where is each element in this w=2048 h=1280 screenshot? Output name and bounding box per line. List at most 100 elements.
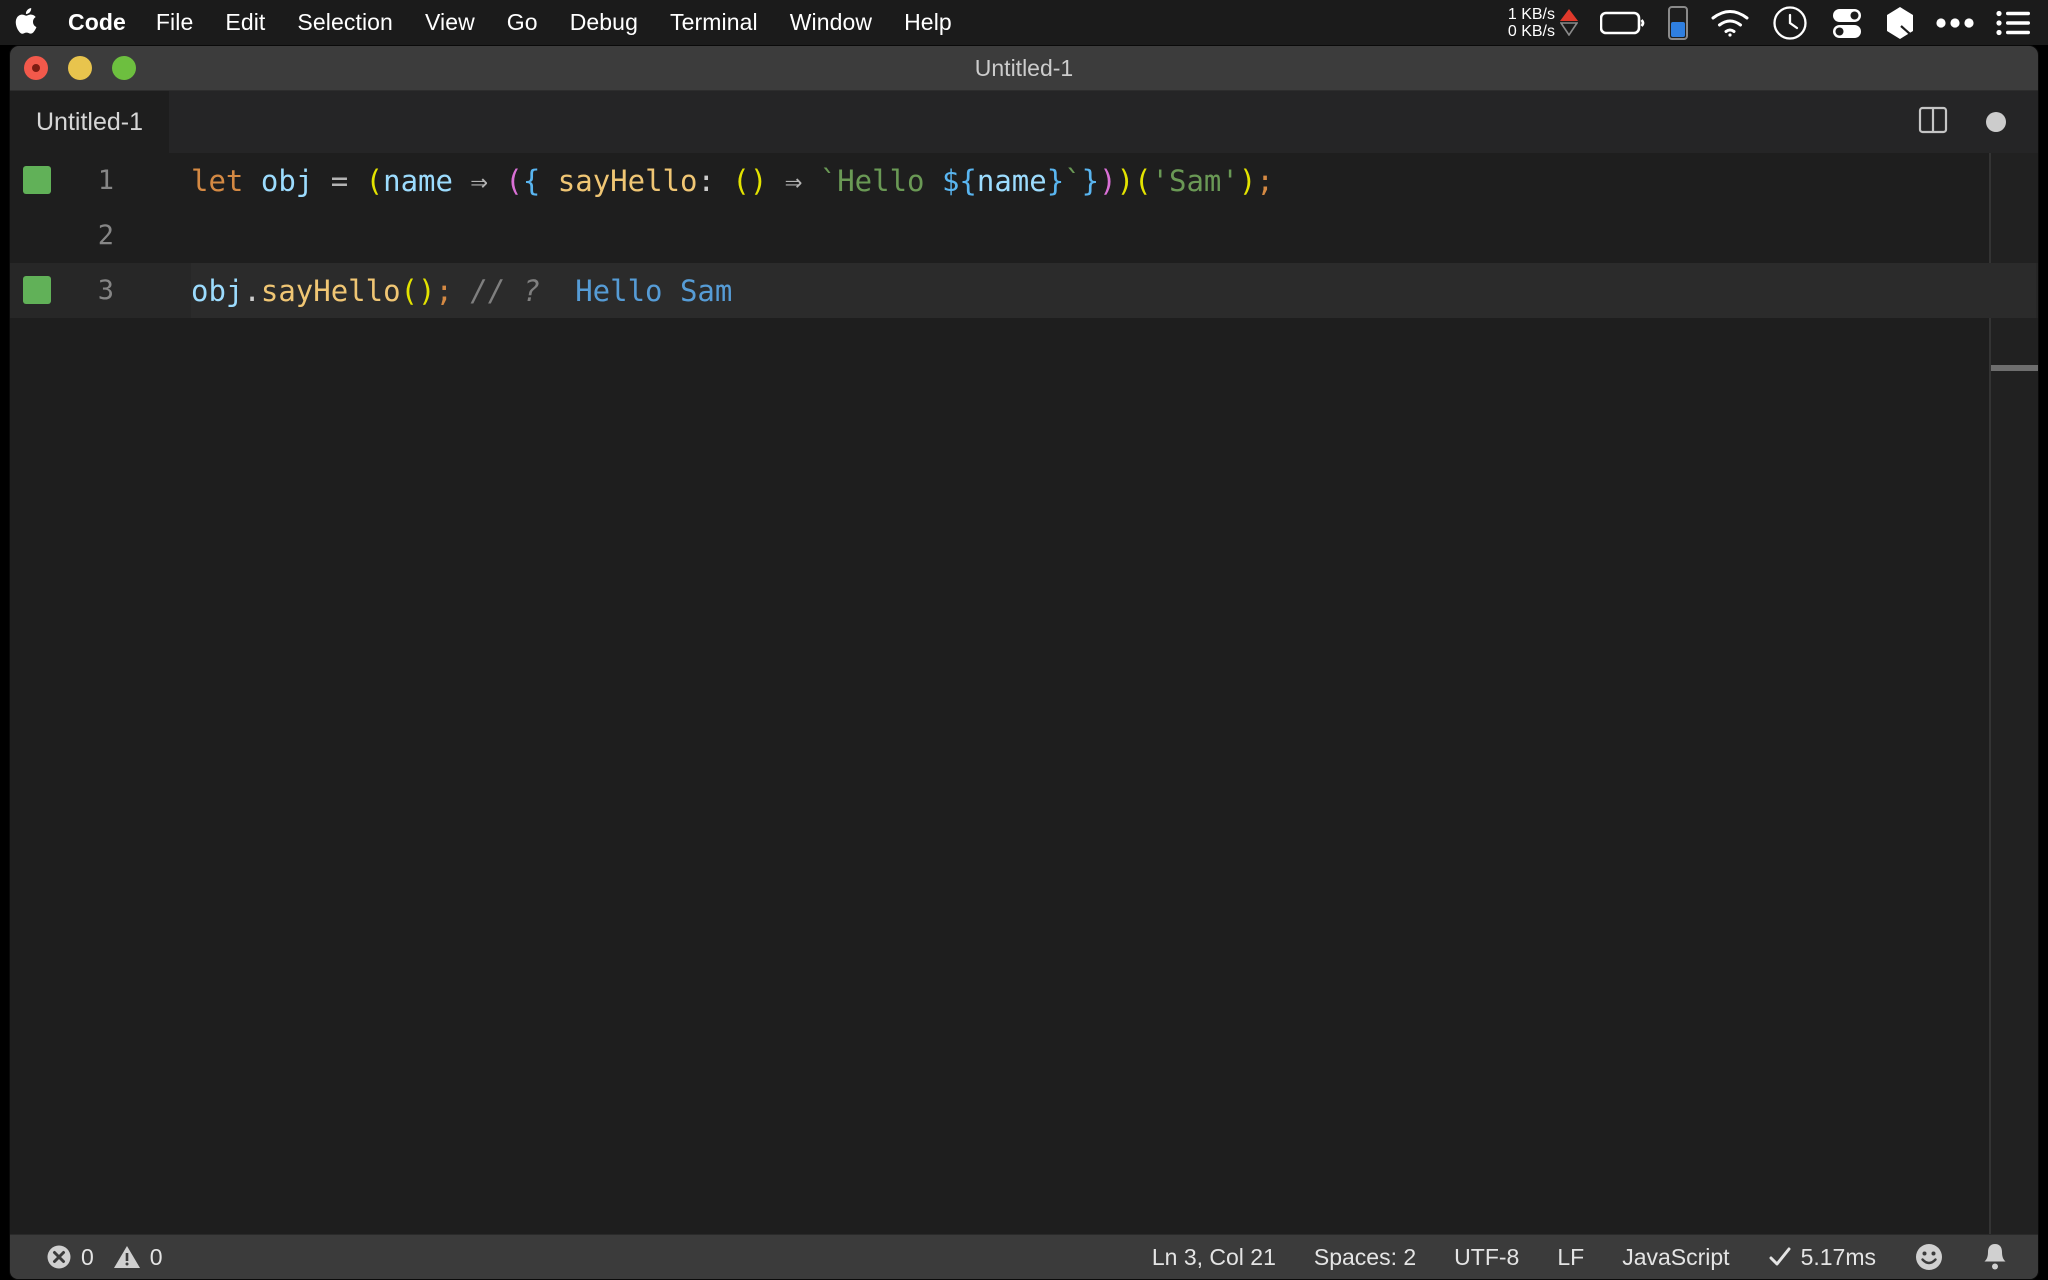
- run-status-time: 5.17ms: [1800, 1243, 1876, 1270]
- list-menu-icon[interactable]: [1996, 10, 2030, 36]
- check-icon: [1768, 1246, 1792, 1268]
- code-token: (: [1134, 163, 1152, 198]
- cursor-position[interactable]: Ln 3, Col 21: [1152, 1244, 1276, 1271]
- close-button[interactable]: [24, 56, 48, 80]
- indentation-setting[interactable]: Spaces: 2: [1314, 1244, 1416, 1271]
- editor-line-3[interactable]: 3 obj.sayHello(); // ? Hello Sam: [10, 263, 2038, 318]
- language-mode[interactable]: JavaScript: [1622, 1244, 1729, 1271]
- code-token: ): [749, 163, 768, 198]
- menu-item-window[interactable]: Window: [774, 0, 888, 45]
- battery-level-indicator-icon[interactable]: [1668, 5, 1688, 40]
- encoding-setting[interactable]: UTF-8: [1454, 1244, 1519, 1271]
- window-controls: [10, 56, 136, 80]
- download-arrow-icon: [1560, 22, 1578, 36]
- network-speed-indicator[interactable]: 1 KB/s 0 KB/s: [1508, 6, 1578, 40]
- code-token: // ?: [470, 273, 541, 308]
- editor-line-2[interactable]: 2: [10, 208, 2038, 263]
- bell-icon[interactable]: [1982, 1242, 2008, 1272]
- code-token: name: [383, 163, 453, 198]
- apple-logo-icon[interactable]: [0, 6, 54, 39]
- code-token: Hello Sam: [575, 273, 733, 308]
- code-token: ⇒: [784, 163, 803, 198]
- code-token: sayHello: [260, 273, 401, 308]
- ellipsis-icon[interactable]: [1936, 17, 1974, 29]
- code-token: (: [365, 163, 384, 198]
- code-token: :: [697, 163, 715, 198]
- network-download-speed: 0 KB/s: [1507, 22, 1555, 40]
- code-token: 'Sam': [1151, 163, 1239, 198]
- menu-item-terminal[interactable]: Terminal: [654, 0, 774, 45]
- code-token: ;: [1256, 163, 1274, 198]
- code-token: ): [1116, 163, 1135, 198]
- zoom-button[interactable]: [112, 56, 136, 80]
- tab-untitled-1[interactable]: Untitled-1: [10, 91, 170, 153]
- battery-icon[interactable]: [1600, 10, 1646, 36]
- editor-actions: [1916, 91, 2038, 153]
- network-upload-speed: 1 KB/s: [1507, 5, 1555, 23]
- code-token: `: [1064, 163, 1082, 198]
- clock-icon[interactable]: [1772, 5, 1808, 41]
- editor-line-1[interactable]: 1 let obj = (name ⇒ ({ sayHello: () ⇒ `H…: [10, 153, 2038, 208]
- run-status[interactable]: 5.17ms: [1768, 1244, 1876, 1271]
- menu-item-view[interactable]: View: [409, 0, 491, 45]
- menu-bar-items: Code File Edit Selection View Go Debug T…: [0, 0, 968, 45]
- menu-item-code[interactable]: Code: [54, 0, 140, 45]
- menu-item-edit[interactable]: Edit: [209, 0, 281, 45]
- shape-icon[interactable]: [1886, 6, 1914, 40]
- status-bar-right: Ln 3, Col 21 Spaces: 2 UTF-8 LF JavaScri…: [1152, 1242, 2038, 1272]
- window-title: Untitled-1: [974, 54, 1074, 81]
- code-token: name: [976, 163, 1047, 198]
- code-token: (: [732, 163, 750, 198]
- macos-menu-bar: Code File Edit Selection View Go Debug T…: [0, 0, 2048, 45]
- status-bar: 0 0 Ln 3, Col 21 Spaces: 2 UTF-8 LF Java…: [10, 1234, 2038, 1279]
- window-title-bar: Untitled-1: [10, 46, 2038, 91]
- code-token: ): [1099, 163, 1117, 198]
- code-editor[interactable]: 1 let obj = (name ⇒ ({ sayHello: () ⇒ `H…: [10, 153, 2038, 1236]
- code-token: (: [400, 273, 419, 308]
- code-token: let: [191, 163, 244, 198]
- menu-item-file[interactable]: File: [140, 0, 209, 45]
- unsaved-dirty-indicator[interactable]: [1986, 112, 2006, 132]
- menu-item-go[interactable]: Go: [491, 0, 554, 45]
- wifi-icon[interactable]: [1710, 8, 1750, 38]
- menu-item-selection[interactable]: Selection: [281, 0, 409, 45]
- menu-item-help[interactable]: Help: [888, 0, 968, 45]
- code-token: ): [418, 273, 436, 308]
- minimize-button[interactable]: [68, 56, 92, 80]
- code-line-3-text: obj.sayHello(); // ? Hello Sam: [138, 274, 732, 308]
- eol-setting[interactable]: LF: [1557, 1244, 1584, 1271]
- code-token: obj: [191, 273, 244, 308]
- code-token: ${: [941, 163, 977, 198]
- code-token: }: [1046, 163, 1065, 198]
- code-token: obj: [260, 163, 314, 198]
- code-token: ): [1238, 163, 1257, 198]
- code-token: =: [330, 163, 349, 198]
- upload-arrow-icon: [1560, 9, 1578, 21]
- tab-label: Untitled-1: [36, 107, 143, 136]
- menu-item-debug[interactable]: Debug: [554, 0, 654, 45]
- editor-tab-bar: Untitled-1: [10, 91, 2038, 153]
- warning-triangle-icon: [113, 1244, 141, 1270]
- code-token: .: [243, 273, 261, 308]
- code-token: ;: [435, 273, 453, 308]
- code-token: (: [505, 163, 523, 198]
- toggles-icon[interactable]: [1830, 6, 1864, 40]
- smiley-icon[interactable]: [1914, 1242, 1944, 1272]
- code-token: sayHello: [557, 163, 698, 198]
- overview-ruler-marker: [1991, 365, 2038, 371]
- error-count: 0: [81, 1243, 94, 1270]
- warning-count: 0: [149, 1243, 163, 1270]
- problems-status[interactable]: 0 0: [46, 1244, 163, 1271]
- split-editor-icon[interactable]: [1916, 103, 1950, 142]
- vscode-window: Untitled-1 Untitled-1 1 let obj = (name …: [9, 45, 2039, 1280]
- code-token: `Hello: [819, 163, 942, 198]
- code-token: ⇒: [470, 163, 488, 198]
- run-marker-icon: [23, 166, 51, 194]
